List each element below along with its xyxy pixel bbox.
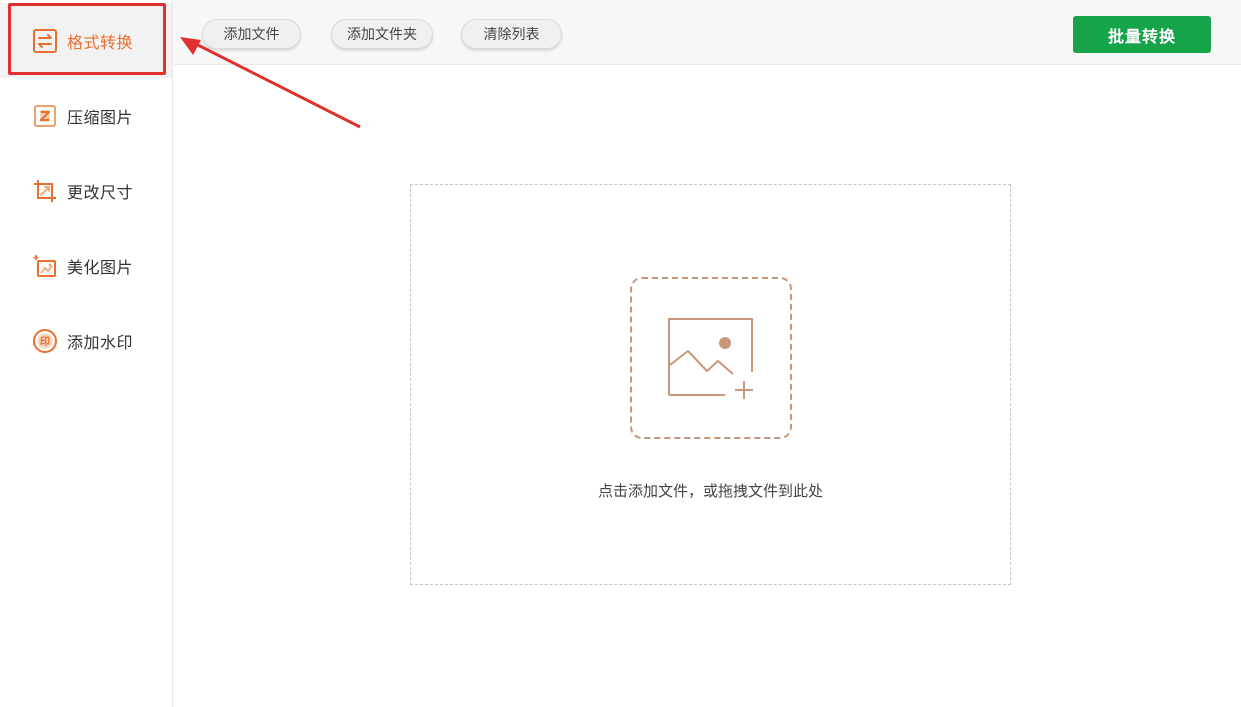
toolbar: 添加文件 添加文件夹 清除列表 批量转换: [174, 0, 1241, 65]
sidebar-item-label: 更改尺寸: [67, 182, 134, 202]
sidebar-item-watermark[interactable]: 印 添加水印: [0, 303, 172, 378]
file-drop-zone[interactable]: 点击添加文件，或拖拽文件到此处: [410, 184, 1011, 585]
add-file-button[interactable]: 添加文件: [202, 19, 301, 49]
sidebar-item-label: 添加水印: [67, 332, 134, 352]
sidebar-item-beautify-image[interactable]: 美化图片: [0, 228, 172, 303]
drop-zone-hint: 点击添加文件，或拖拽文件到此处: [597, 482, 823, 500]
format-convert-icon: [32, 28, 58, 54]
batch-convert-button[interactable]: 批量转换: [1073, 16, 1211, 53]
resize-icon: [32, 178, 58, 204]
watermark-icon: 印: [32, 328, 58, 354]
sidebar-item-label: 压缩图片: [67, 107, 134, 127]
sidebar-item-resize[interactable]: 更改尺寸: [0, 153, 172, 228]
sidebar-item-label: 格式转换: [67, 32, 134, 52]
compress-image-icon: [32, 103, 58, 129]
beautify-image-icon: [32, 253, 58, 279]
sidebar-item-format-convert[interactable]: 格式转换: [0, 3, 172, 78]
sidebar-item-compress-image[interactable]: 压缩图片: [0, 78, 172, 153]
add-folder-button[interactable]: 添加文件夹: [331, 19, 433, 49]
add-image-icon[interactable]: [630, 277, 792, 439]
svg-text:印: 印: [40, 336, 50, 348]
clear-list-button[interactable]: 清除列表: [461, 19, 562, 49]
sidebar-item-label: 美化图片: [67, 257, 134, 277]
sidebar: 格式转换 压缩图片 更改尺寸 美化图片 印 添加水印: [0, 0, 173, 707]
